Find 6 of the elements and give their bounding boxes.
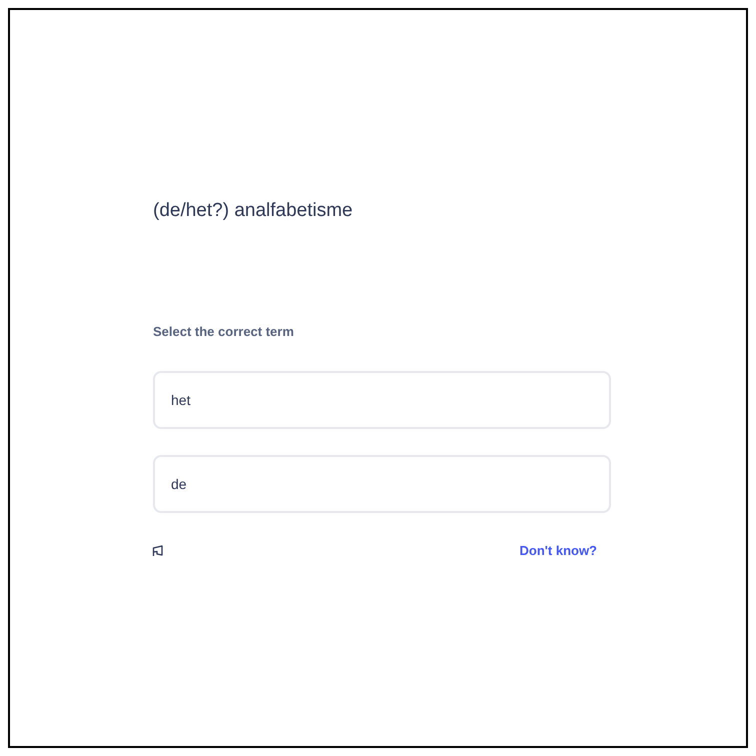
question-text: (de/het?) analfabetisme xyxy=(153,199,354,223)
dont-know-link[interactable]: Don't know? xyxy=(520,541,597,560)
flag-icon[interactable] xyxy=(152,544,164,557)
answer-option[interactable]: het xyxy=(153,371,611,429)
answer-option[interactable]: de xyxy=(153,455,611,513)
prompt-text: Select the correct term xyxy=(153,323,295,341)
